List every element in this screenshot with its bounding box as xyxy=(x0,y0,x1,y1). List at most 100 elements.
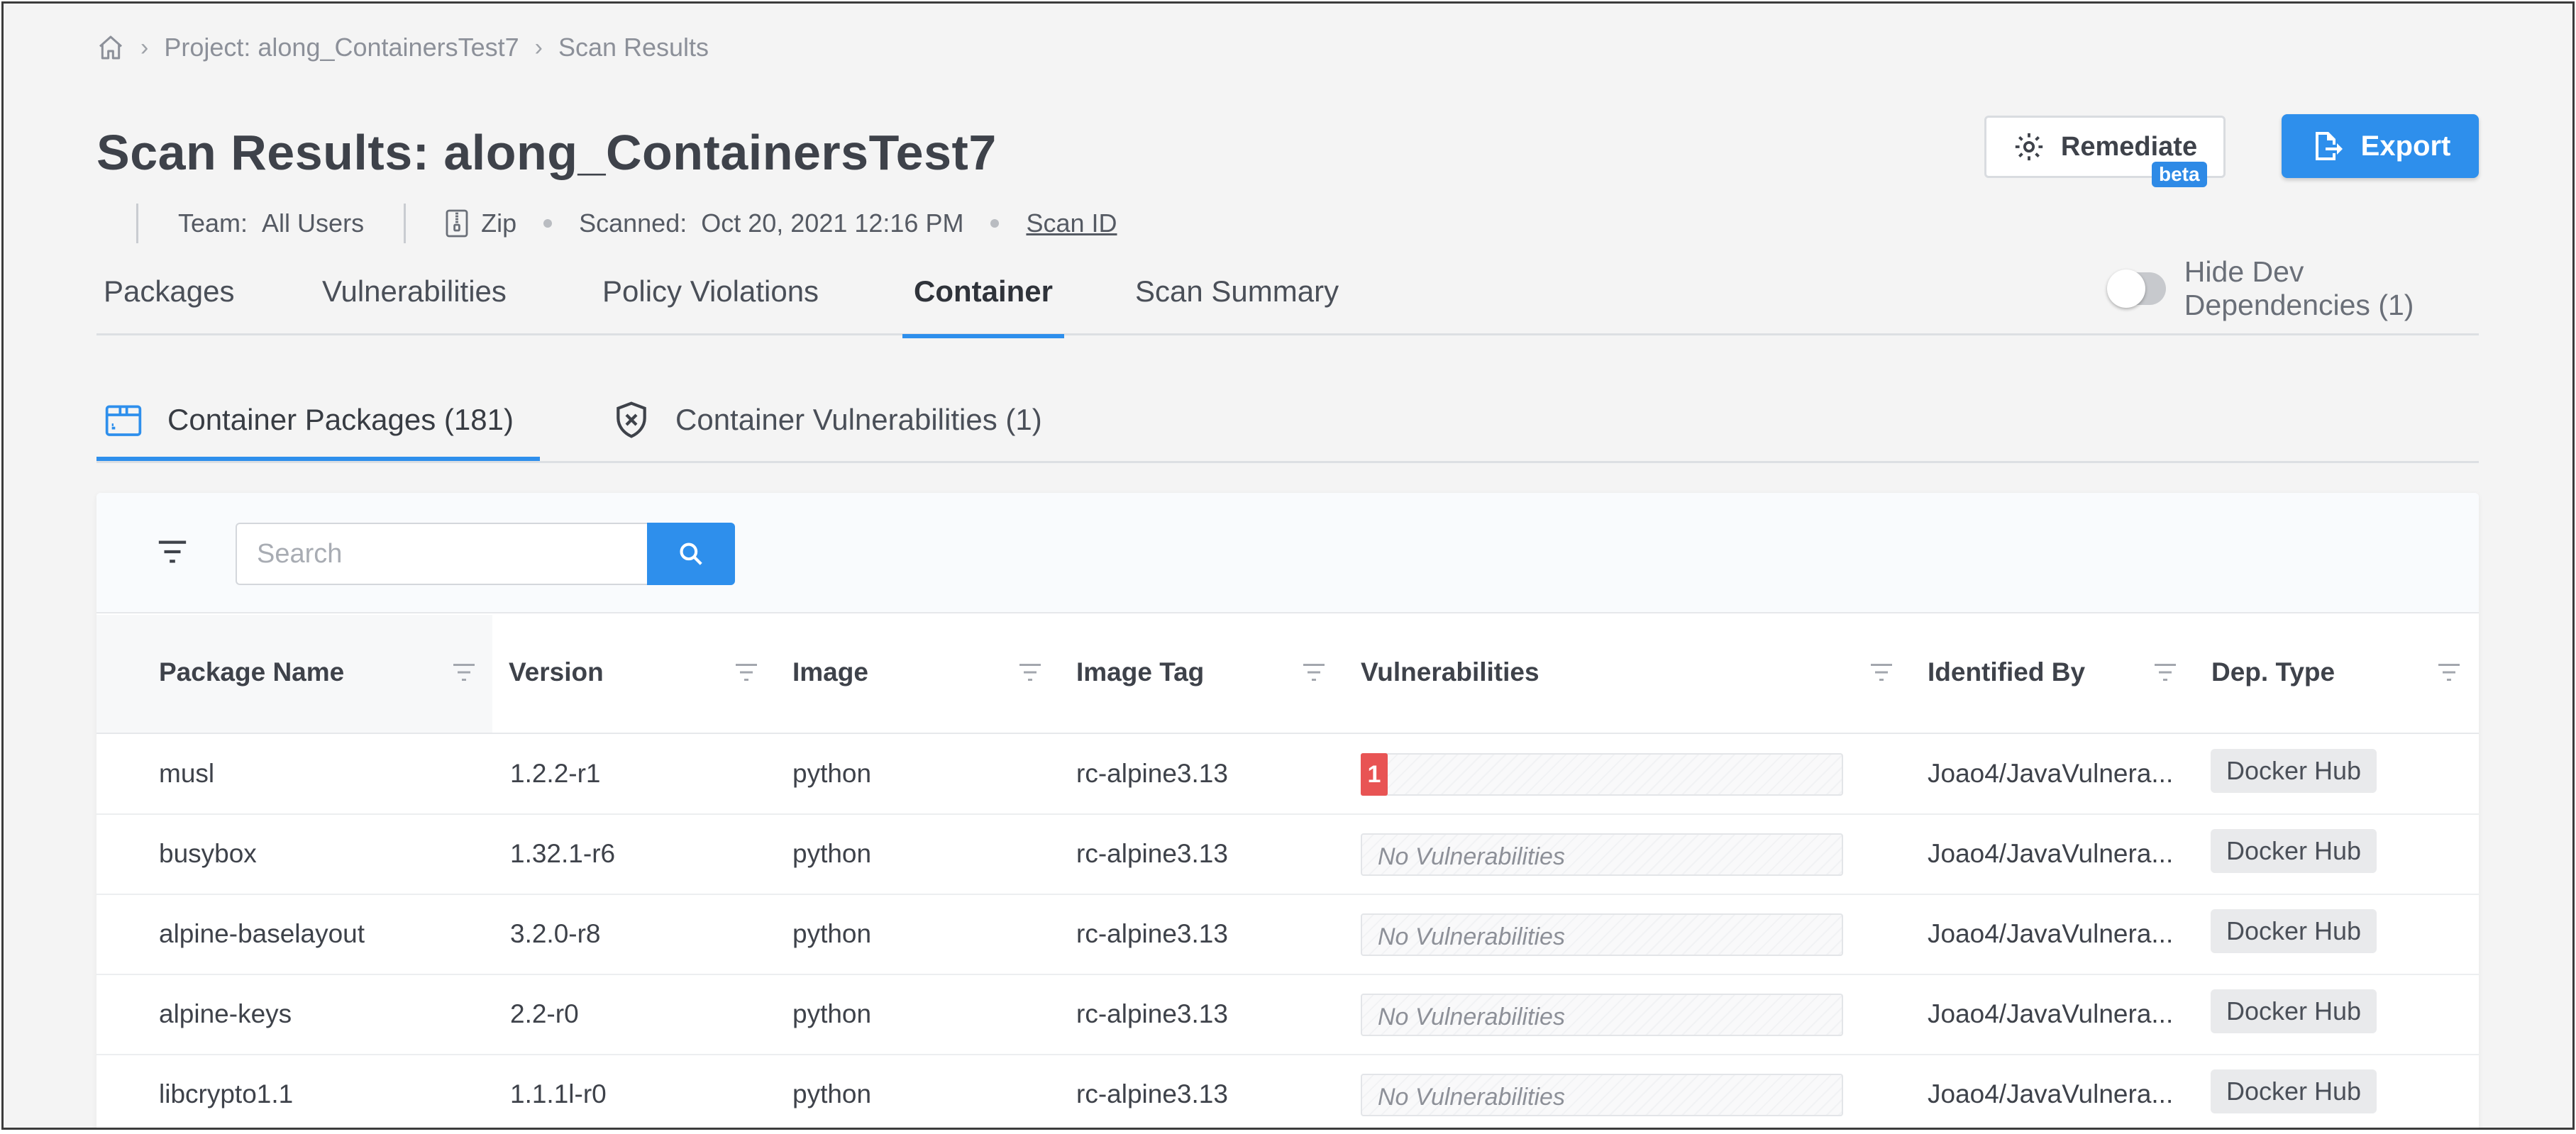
tab-scan-summary[interactable]: Scan Summary xyxy=(1135,274,1339,335)
subtab-container-vulnerabilities[interactable]: Container Vulnerabilities (1) xyxy=(612,395,1042,445)
no-vulnerabilities-text: No Vulnerabilities xyxy=(1378,1004,1565,1030)
page-title: Scan Results: along_ContainersTest7 xyxy=(96,125,997,180)
image-cell: python xyxy=(792,1079,872,1108)
scanned-label: Scanned: xyxy=(579,209,687,238)
divider xyxy=(136,204,138,243)
image-tag-cell: rc-alpine3.13 xyxy=(1076,759,1228,788)
toggle-knob xyxy=(2107,269,2145,308)
tab-policy-violations[interactable]: Policy Violations xyxy=(602,274,819,335)
package-name-cell[interactable]: alpine-baselayout xyxy=(159,919,365,949)
package-name-cell[interactable]: busybox xyxy=(159,839,257,869)
version-cell: 1.2.2-r1 xyxy=(510,759,601,788)
tab-container[interactable]: Container xyxy=(902,274,1065,338)
image-tag-cell: rc-alpine3.13 xyxy=(1076,839,1228,868)
team-info: Team: All Users xyxy=(178,209,364,238)
table-row[interactable]: alpine-keys 2.2-r0 python rc-alpine3.13 Joao… xyxy=(96,975,2479,1055)
dot-separator xyxy=(990,219,1000,228)
column-filter-icon[interactable] xyxy=(451,662,477,683)
breadcrumb-separator: › xyxy=(534,33,543,61)
packages-table-card: Package Name Version Image Image Tag Vul… xyxy=(96,493,2479,1128)
subtab-container-packages[interactable]: Container Packages (181) xyxy=(104,395,514,445)
column-header-identified-by[interactable]: Identified By xyxy=(1928,657,2085,687)
container-subtabs: Container Packages (181) Container Vulne… xyxy=(96,387,2479,463)
column-header-version[interactable]: Version xyxy=(509,657,604,687)
vulnerability-bar[interactable]: No Vulnerabilities xyxy=(1361,994,1843,1036)
package-name-cell[interactable]: musl xyxy=(159,759,214,789)
no-vulnerabilities-text: No Vulnerabilities xyxy=(1378,843,1565,870)
identified-by-cell: Joao4/JavaVulnera... xyxy=(1928,919,2174,948)
toggle-label: Hide Dev Dependencies (1) xyxy=(2184,255,2414,321)
column-header-vulnerabilities[interactable]: Vulnerabilities xyxy=(1361,657,1539,687)
tab-vulnerabilities[interactable]: Vulnerabilities xyxy=(322,274,507,335)
dep-type-badge: Docker Hub xyxy=(2211,989,2377,1033)
breadcrumb: › Project: along_ContainersTest7 › Scan … xyxy=(96,33,709,62)
column-header-image[interactable]: Image xyxy=(792,657,868,687)
remediate-button[interactable]: Remediate beta xyxy=(1984,116,2226,187)
subtab-label: Container Packages (181) xyxy=(167,403,514,436)
package-icon xyxy=(105,405,142,436)
active-subtab-indicator xyxy=(96,457,540,461)
export-file-icon xyxy=(2315,132,2343,160)
scan-meta: Team: All Users Zip Scanned: Oct 20, 202… xyxy=(136,204,1117,243)
image-cell: python xyxy=(792,759,872,788)
scan-id-link[interactable]: Scan ID xyxy=(1026,209,1117,238)
version-cell: 1.32.1-r6 xyxy=(510,839,616,868)
dep-type-badge: Docker Hub xyxy=(2211,749,2377,793)
package-name-cell[interactable]: libcrypto1.1 xyxy=(159,1079,293,1109)
column-filter-icon[interactable] xyxy=(1301,662,1327,683)
search-icon xyxy=(680,543,702,565)
table-row[interactable]: libcrypto1.1 1.1.1l-r0 python rc-alpine3.13… xyxy=(96,1055,2479,1128)
beta-badge: beta xyxy=(2152,162,2207,187)
no-vulnerabilities-text: No Vulnerabilities xyxy=(1378,1084,1565,1111)
filter-icon[interactable] xyxy=(156,538,189,566)
version-cell: 1.1.1l-r0 xyxy=(510,1079,607,1108)
home-icon[interactable] xyxy=(96,33,125,62)
column-header-image-tag[interactable]: Image Tag xyxy=(1076,657,1204,687)
column-filter-icon[interactable] xyxy=(2436,662,2462,683)
scanned-info: Scanned: Oct 20, 2021 12:16 PM xyxy=(579,209,963,238)
hide-dev-dependencies-toggle[interactable]: Hide Dev Dependencies (1) xyxy=(2107,255,2479,321)
image-tag-cell: rc-alpine3.13 xyxy=(1076,1079,1228,1108)
team-label: Team: xyxy=(178,209,248,238)
dep-type-badge: Docker Hub xyxy=(2211,909,2377,953)
vulnerability-bar[interactable]: No Vulnerabilities xyxy=(1361,1074,1843,1116)
shield-x-icon xyxy=(617,401,646,438)
identified-by-cell: Joao4/JavaVulnera... xyxy=(1928,839,2174,868)
app-window: › Project: along_ContainersTest7 › Scan … xyxy=(1,1,2575,1130)
toggle-switch[interactable] xyxy=(2107,269,2166,308)
subtab-label: Container Vulnerabilities (1) xyxy=(675,403,1042,436)
search-input[interactable] xyxy=(236,523,647,585)
image-tag-cell: rc-alpine3.13 xyxy=(1076,919,1228,948)
search-button[interactable] xyxy=(647,523,735,585)
image-tag-cell: rc-alpine3.13 xyxy=(1076,999,1228,1028)
vulnerability-bar[interactable]: No Vulnerabilities xyxy=(1361,913,1843,956)
breadcrumb-separator: › xyxy=(140,33,149,61)
identified-by-cell: Joao4/JavaVulnera... xyxy=(1928,1079,2174,1108)
column-header-package-name[interactable]: Package Name xyxy=(159,657,344,687)
table-row[interactable]: busybox 1.32.1-r6 python rc-alpine3.13 Joao4… xyxy=(96,815,2479,895)
table-header: Package Name Version Image Image Tag Vul… xyxy=(96,615,2479,734)
critical-count-badge[interactable]: 1 xyxy=(1361,753,1388,796)
tab-packages[interactable]: Packages xyxy=(104,274,234,335)
source-info: Zip xyxy=(446,209,516,238)
package-name-cell[interactable]: alpine-keys xyxy=(159,999,292,1029)
version-cell: 3.2.0-r8 xyxy=(510,919,601,948)
column-header-dep-type[interactable]: Dep. Type xyxy=(2211,657,2335,687)
export-button[interactable]: Export xyxy=(2282,114,2479,178)
image-cell: python xyxy=(792,999,872,1028)
divider xyxy=(404,204,407,243)
image-cell: python xyxy=(792,919,872,948)
dep-type-badge: Docker Hub xyxy=(2211,1069,2377,1113)
zip-file-icon xyxy=(446,209,468,238)
vulnerability-bar[interactable]: 1 xyxy=(1361,753,1843,796)
vulnerability-bar[interactable]: No Vulnerabilities xyxy=(1361,833,1843,876)
column-filter-icon[interactable] xyxy=(1017,662,1043,683)
table-row[interactable]: alpine-baselayout 3.2.0-r8 python rc-alpine… xyxy=(96,895,2479,975)
column-filter-icon[interactable] xyxy=(2152,662,2178,683)
column-filter-icon[interactable] xyxy=(1869,662,1894,683)
no-vulnerabilities-text: No Vulnerabilities xyxy=(1378,923,1565,950)
dep-type-badge: Docker Hub xyxy=(2211,829,2377,873)
column-filter-icon[interactable] xyxy=(734,662,759,683)
table-row[interactable]: musl 1.2.2-r1 python rc-alpine3.13 Joao4/Jav… xyxy=(96,735,2479,815)
breadcrumb-project-link[interactable]: Project: along_ContainersTest7 xyxy=(164,33,519,62)
